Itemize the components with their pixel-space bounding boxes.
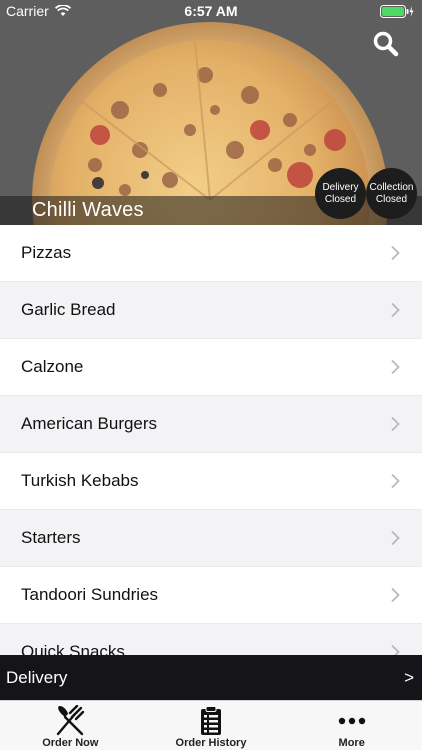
chevron-right-icon [391,644,400,655]
menu-item-garlic-bread[interactable]: Garlic Bread [0,282,422,339]
tab-more[interactable]: More [281,701,422,750]
collection-status-line2: Closed [375,193,408,205]
delivery-mode-label: Delivery [6,667,68,687]
more-dots-icon [338,717,365,725]
fork-knife-icon [57,705,85,736]
restaurant-hero: Carrier 6:57 AM Chilli Waves Delivery Cl… [0,0,422,225]
menu-item-tandoori-sundries[interactable]: Tandoori Sundries [0,567,422,624]
menu-item-turkish-kebabs[interactable]: Turkish Kebabs [0,453,422,510]
tab-order-now-label: Order Now [42,737,99,749]
menu-item-quick-snacks[interactable]: Quick Snacks [0,624,422,655]
menu-item-calzone[interactable]: Calzone [0,339,422,396]
chevron-right-icon [391,359,400,375]
clock: 6:57 AM [184,3,238,19]
delivery-mode-arrow: > [404,667,414,687]
menu-item-label: Tandoori Sundries [21,585,159,604]
menu-item-pizzas[interactable]: Pizzas [0,225,422,282]
chevron-right-icon [391,530,400,546]
menu-item-label: Garlic Bread [21,300,116,319]
status-bar: Carrier 6:57 AM [0,0,422,22]
menu-item-label: Turkish Kebabs [21,471,139,490]
chevron-right-icon [391,302,400,318]
tab-order-history-label: Order History [175,737,247,749]
delivery-status-line1: Delivery [322,181,359,193]
battery-charging-icon [380,5,414,18]
delivery-mode-bar[interactable]: Delivery > [0,655,422,700]
search-button[interactable] [372,30,400,58]
clipboard-icon [201,706,221,735]
menu-item-label: American Burgers [21,414,158,433]
search-icon [373,31,399,57]
menu-item-label: Pizzas [21,243,72,262]
delivery-status-line2: Closed [324,193,357,205]
menu-item-starters[interactable]: Starters [0,510,422,567]
battery-indicator [380,5,414,18]
tab-order-now[interactable]: Order Now [0,701,141,750]
collection-status-badge: Collection Closed [366,168,417,219]
menu-item-label: Quick Snacks [21,642,125,655]
tab-more-label: More [338,737,365,749]
chevron-right-icon [391,245,400,261]
menu-item-label: Calzone [21,357,84,376]
chevron-right-icon [391,416,400,432]
tab-order-history[interactable]: Order History [141,701,282,750]
menu-category-list[interactable]: Pizzas Garlic Bread Calzone American Bur… [0,225,422,655]
collection-status-line1: Collection [369,181,414,193]
restaurant-name: Chilli Waves [32,199,144,221]
menu-item-american-burgers[interactable]: American Burgers [0,396,422,453]
delivery-status-badge: Delivery Closed [315,168,366,219]
chevron-right-icon [391,587,400,603]
menu-item-label: Starters [21,528,81,547]
chevron-right-icon [391,473,400,489]
bottom-tab-bar: Order Now Order History More [0,700,422,750]
